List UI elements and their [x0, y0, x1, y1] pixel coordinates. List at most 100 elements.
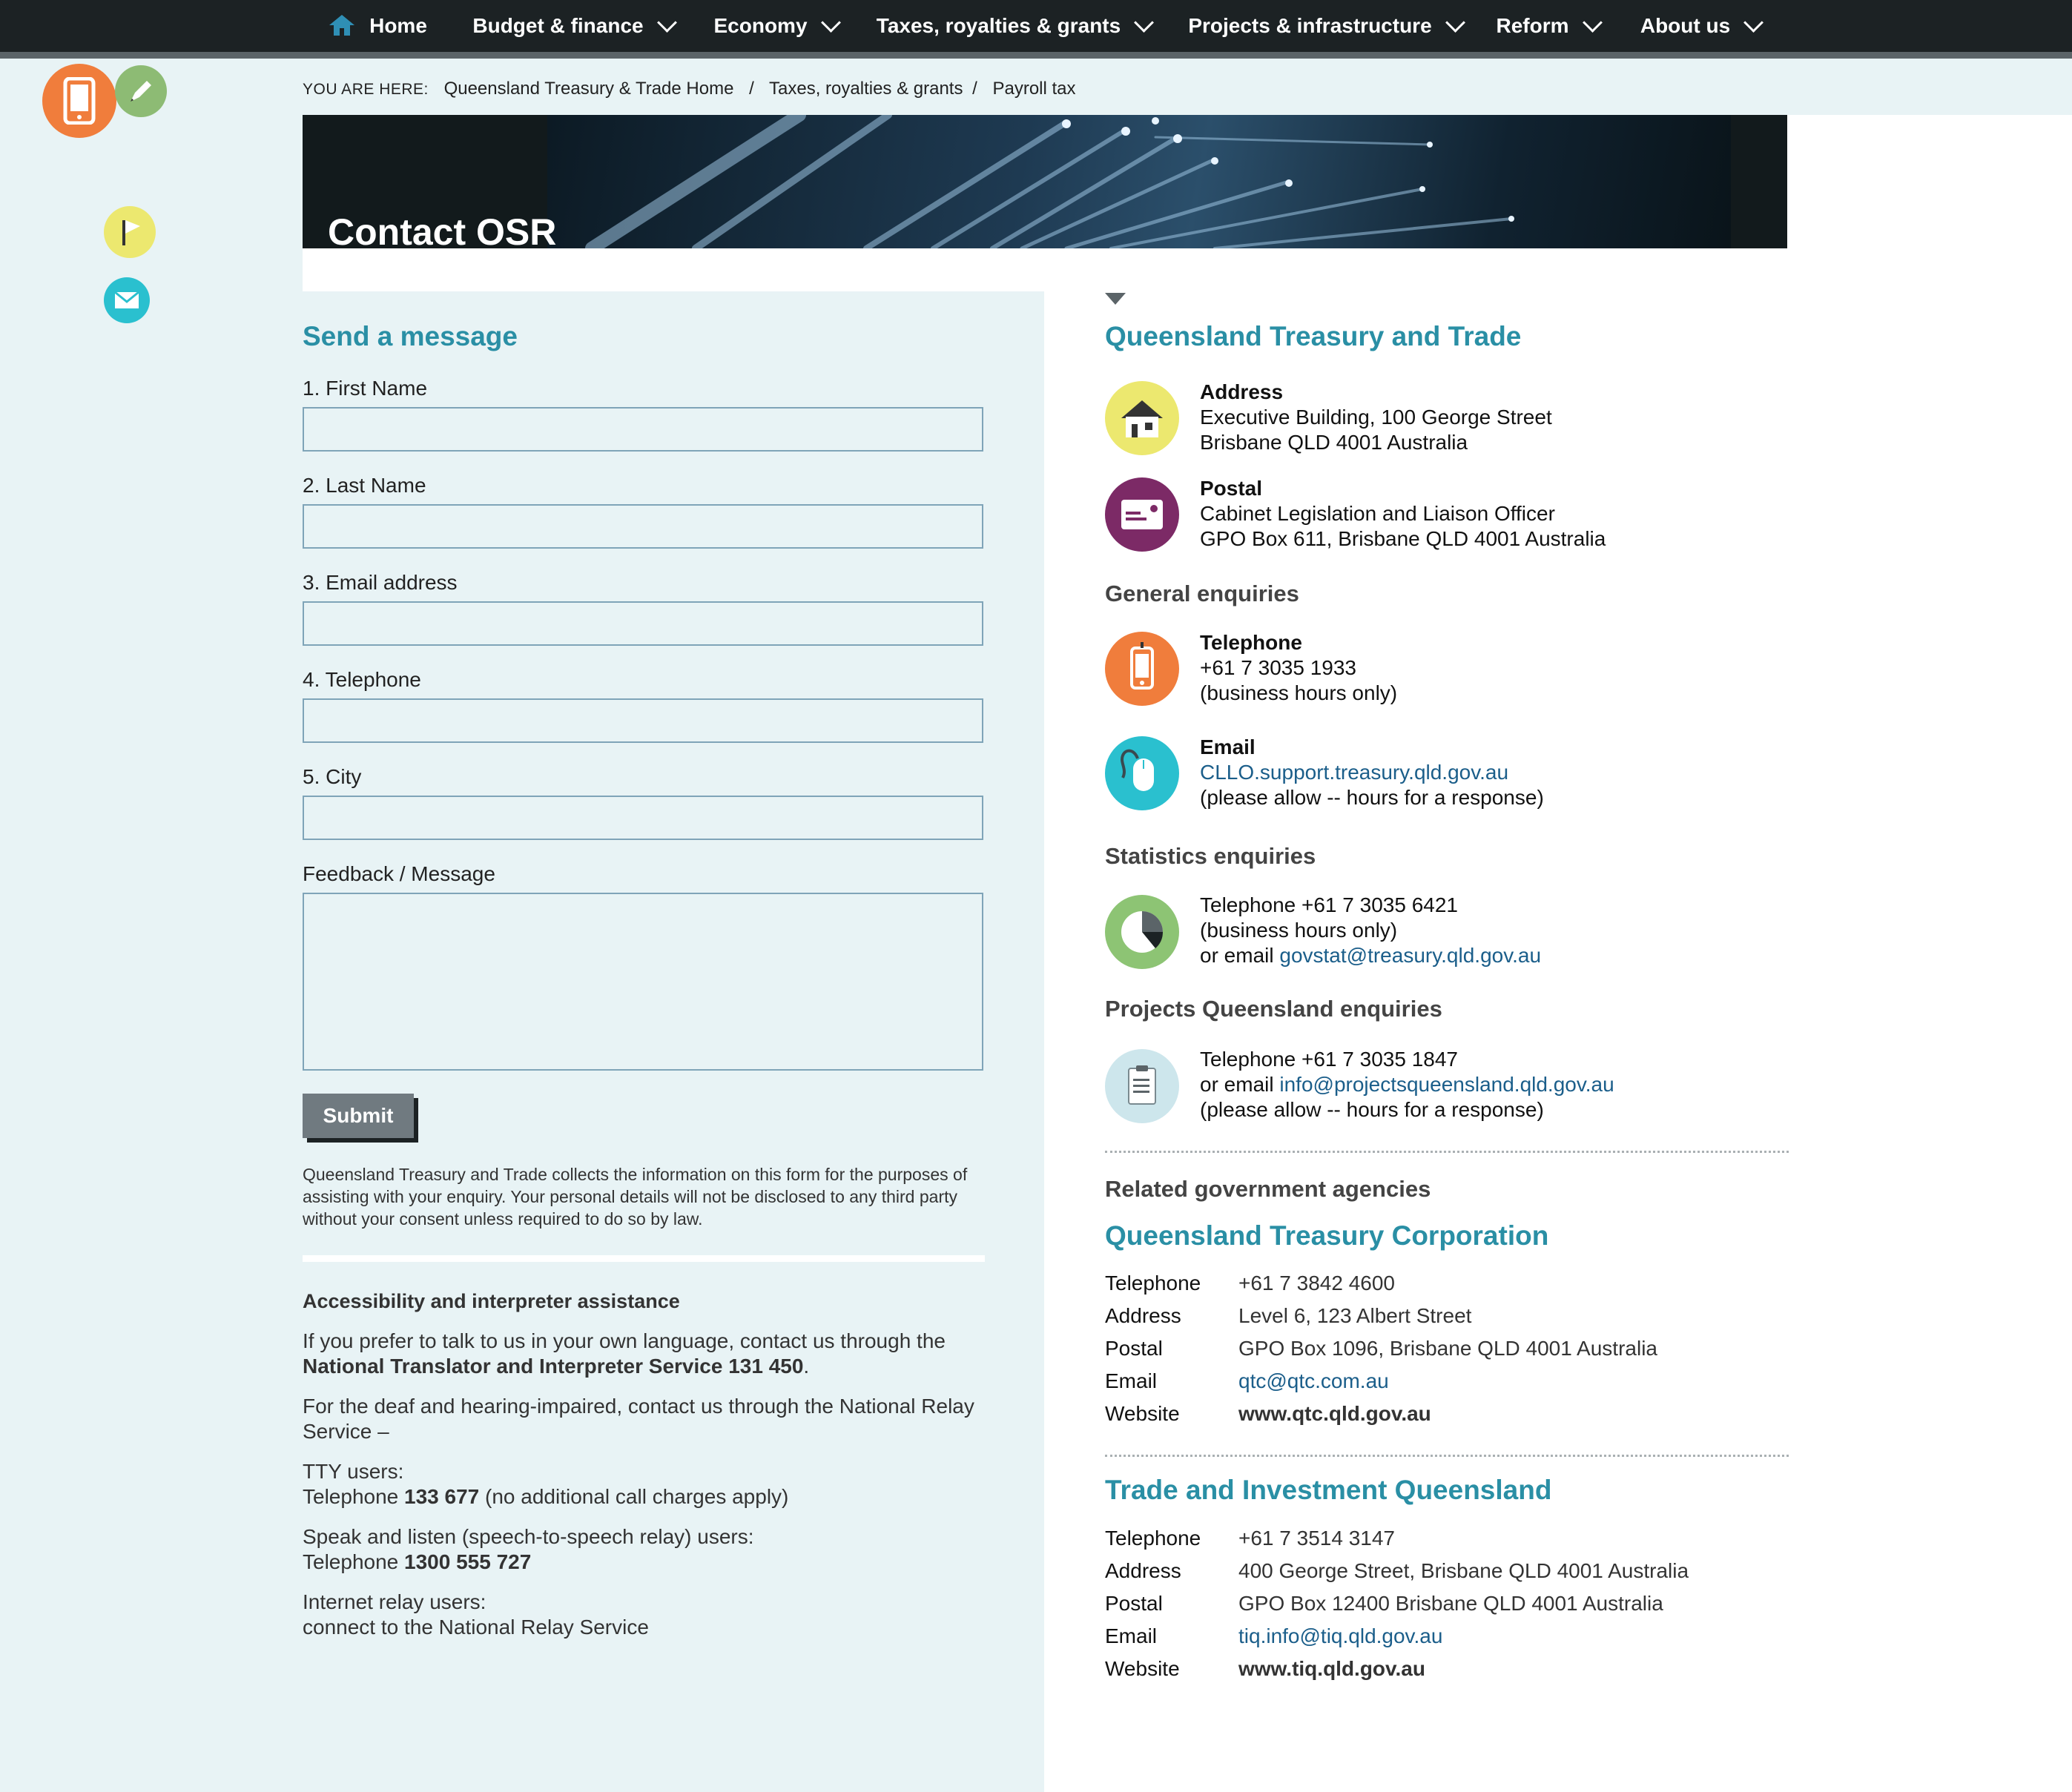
speak-listen-pre: Telephone — [303, 1550, 405, 1573]
agency-qtc-heading[interactable]: Queensland Treasury Corporation — [1105, 1220, 1548, 1252]
chevron-down-icon — [820, 12, 841, 33]
tiq-website-label: Website — [1105, 1657, 1180, 1680]
tiq-email-link[interactable]: tiq.info@tiq.qld.gov.au — [1238, 1624, 1442, 1648]
accessibility-p4: Speak and listen (speech-to-speech relay… — [303, 1524, 985, 1575]
accessibility-p1: If you prefer to talk to us in your own … — [303, 1329, 985, 1379]
statistics-enquiries-heading: Statistics enquiries — [1105, 843, 1316, 869]
clipboard-icon — [1105, 1049, 1179, 1123]
chevron-down-icon — [656, 12, 677, 33]
projects-block: Telephone +61 7 3035 1847 or email info@… — [1200, 1047, 1614, 1123]
projects-enquiries-heading: Projects Queensland enquiries — [1105, 996, 1442, 1022]
tiq-postal-label: Postal — [1105, 1592, 1163, 1615]
section-divider — [1105, 1151, 1789, 1153]
nav-taxes-royalties-grants[interactable]: Taxes, royalties & grants — [859, 0, 1169, 59]
submit-button[interactable]: Submit — [303, 1094, 414, 1138]
first-name-label: 1. First Name — [303, 377, 428, 400]
accessibility-p5: Internet relay users: connect to the Nat… — [303, 1590, 985, 1640]
tiq-address-value: 400 George Street, Brisbane QLD 4001 Aus… — [1238, 1559, 1689, 1582]
chevron-down-icon — [1134, 12, 1155, 33]
hero-banner: Contact OSR — [303, 115, 1787, 248]
breadcrumb-label: YOU ARE HERE: — [303, 81, 429, 98]
tty-post: (no additional call charges apply) — [479, 1485, 789, 1508]
address-line2: Brisbane QLD 4001 Australia — [1200, 431, 1468, 454]
mail-icon[interactable] — [104, 277, 150, 323]
projects-note: (please allow -- hours for a response) — [1200, 1098, 1544, 1121]
tis-number: National Translator and Interpreter Serv… — [303, 1355, 804, 1378]
telephone-input[interactable] — [303, 698, 983, 743]
qtc-telephone-value: +61 7 3842 4600 — [1238, 1272, 1395, 1295]
nav-projects-label: Projects & infrastructure — [1188, 14, 1432, 37]
breadcrumb-item-home[interactable]: Queensland Treasury & Trade Home — [444, 79, 734, 99]
breadcrumb-item-taxes[interactable]: Taxes, royalties & grants — [769, 79, 963, 99]
top-nav: Home Budget & finance Economy Taxes, roy… — [0, 0, 2072, 59]
internet-relay-line: connect to the National Relay Service — [303, 1616, 649, 1639]
email-note: (please allow -- hours for a response) — [1200, 786, 1544, 809]
tty-pre: Telephone — [303, 1485, 405, 1508]
telephone-title: Telephone — [1200, 631, 1302, 654]
chevron-down-icon — [1445, 12, 1465, 33]
nav-home-label: Home — [369, 14, 427, 37]
nav-home[interactable]: Home — [303, 0, 454, 59]
flag-icon[interactable] — [104, 206, 156, 258]
first-name-input[interactable] — [303, 407, 983, 452]
nav-reform-label: Reform — [1496, 14, 1569, 37]
email-block: Email CLLO.support.treasury.qld.gov.au (… — [1200, 735, 1544, 810]
general-enquiries-heading: General enquiries — [1105, 581, 1299, 606]
nav-stripe — [0, 52, 2072, 59]
speak-listen-line: Telephone 1300 555 727 — [303, 1550, 985, 1575]
postal-line2: GPO Box 611, Brisbane QLD 4001 Australia — [1200, 527, 1606, 550]
qtc-postal-value: GPO Box 1096, Brisbane QLD 4001 Australi… — [1238, 1337, 1657, 1360]
chevron-down-icon — [1743, 12, 1764, 33]
related-agencies-heading: Related government agencies — [1105, 1176, 1431, 1202]
last-name-input[interactable] — [303, 504, 983, 549]
tiq-postal-value: GPO Box 12400 Brisbane QLD 4001 Australi… — [1238, 1592, 1663, 1615]
p1-text: If you prefer to talk to us in your own … — [303, 1329, 946, 1352]
message-label: Feedback / Message — [303, 862, 495, 885]
tty-title: TTY users: — [303, 1460, 404, 1483]
qtc-postal-label: Postal — [1105, 1337, 1163, 1360]
address-line1: Executive Building, 100 George Street — [1200, 406, 1552, 429]
left-sidebar-bg — [0, 59, 303, 1792]
stats-email-link[interactable]: govstat@treasury.qld.gov.au — [1279, 944, 1541, 967]
postcard-icon — [1105, 477, 1179, 552]
pie-chart-icon — [1105, 895, 1179, 969]
fibre-optic-image — [547, 115, 1731, 248]
nav-about-us[interactable]: About us — [1614, 0, 1787, 59]
page-title: Contact OSR — [328, 211, 557, 248]
telephone-hours: (business hours only) — [1200, 681, 1398, 704]
stats-email-pre: or email — [1200, 944, 1280, 967]
qtc-website-link[interactable]: www.qtc.qld.gov.au — [1238, 1402, 1431, 1426]
qtc-email-link[interactable]: qtc@qtc.com.au — [1238, 1369, 1389, 1393]
nav-taxes-label: Taxes, royalties & grants — [876, 14, 1121, 37]
telephone-label: 4. Telephone — [303, 668, 421, 691]
address-title: Address — [1200, 380, 1284, 403]
phone-icon — [1105, 632, 1179, 706]
tiq-website-link[interactable]: www.tiq.qld.gov.au — [1238, 1657, 1425, 1681]
nav-economy[interactable]: Economy — [693, 0, 859, 59]
breadcrumb-item-payroll[interactable]: Payroll tax — [992, 79, 1075, 99]
accessibility-p3: TTY users: Telephone 133 677 (no additio… — [303, 1459, 985, 1510]
send-message-heading: Send a message — [303, 321, 518, 351]
nav-projects-infrastructure[interactable]: Projects & infrastructure — [1169, 0, 1482, 59]
projects-email-line: or email info@projectsqueensland.qld.gov… — [1200, 1072, 1614, 1097]
pencil-icon[interactable] — [115, 65, 167, 117]
email-link[interactable]: CLLO.support.treasury.qld.gov.au — [1200, 760, 1544, 785]
projects-email-pre: or email — [1200, 1073, 1280, 1096]
projects-email-link[interactable]: info@projectsqueensland.qld.gov.au — [1279, 1073, 1614, 1096]
agency-tiq-heading[interactable]: Trade and Investment Queensland — [1105, 1475, 1551, 1506]
phone-icon[interactable] — [42, 64, 116, 138]
agency-divider — [1105, 1455, 1789, 1457]
nav-reform[interactable]: Reform — [1482, 0, 1614, 59]
qtc-address-label: Address — [1105, 1304, 1181, 1327]
nav-budget-finance[interactable]: Budget & finance — [454, 0, 693, 59]
email-input[interactable] — [303, 601, 983, 646]
tty-line: Telephone 133 677 (no additional call ch… — [303, 1484, 985, 1510]
telephone-number: +61 7 3035 1933 — [1200, 656, 1356, 679]
collapse-triangle-icon[interactable] — [1105, 293, 1126, 305]
breadcrumb-separator: / — [972, 79, 977, 99]
stats-email-line: or email govstat@treasury.qld.gov.au — [1200, 943, 1541, 968]
message-textarea[interactable] — [303, 893, 983, 1071]
postal-block: Postal Cabinet Legislation and Liaison O… — [1200, 476, 1606, 552]
projects-telephone: Telephone +61 7 3035 1847 — [1200, 1048, 1458, 1071]
city-input[interactable] — [303, 796, 983, 840]
